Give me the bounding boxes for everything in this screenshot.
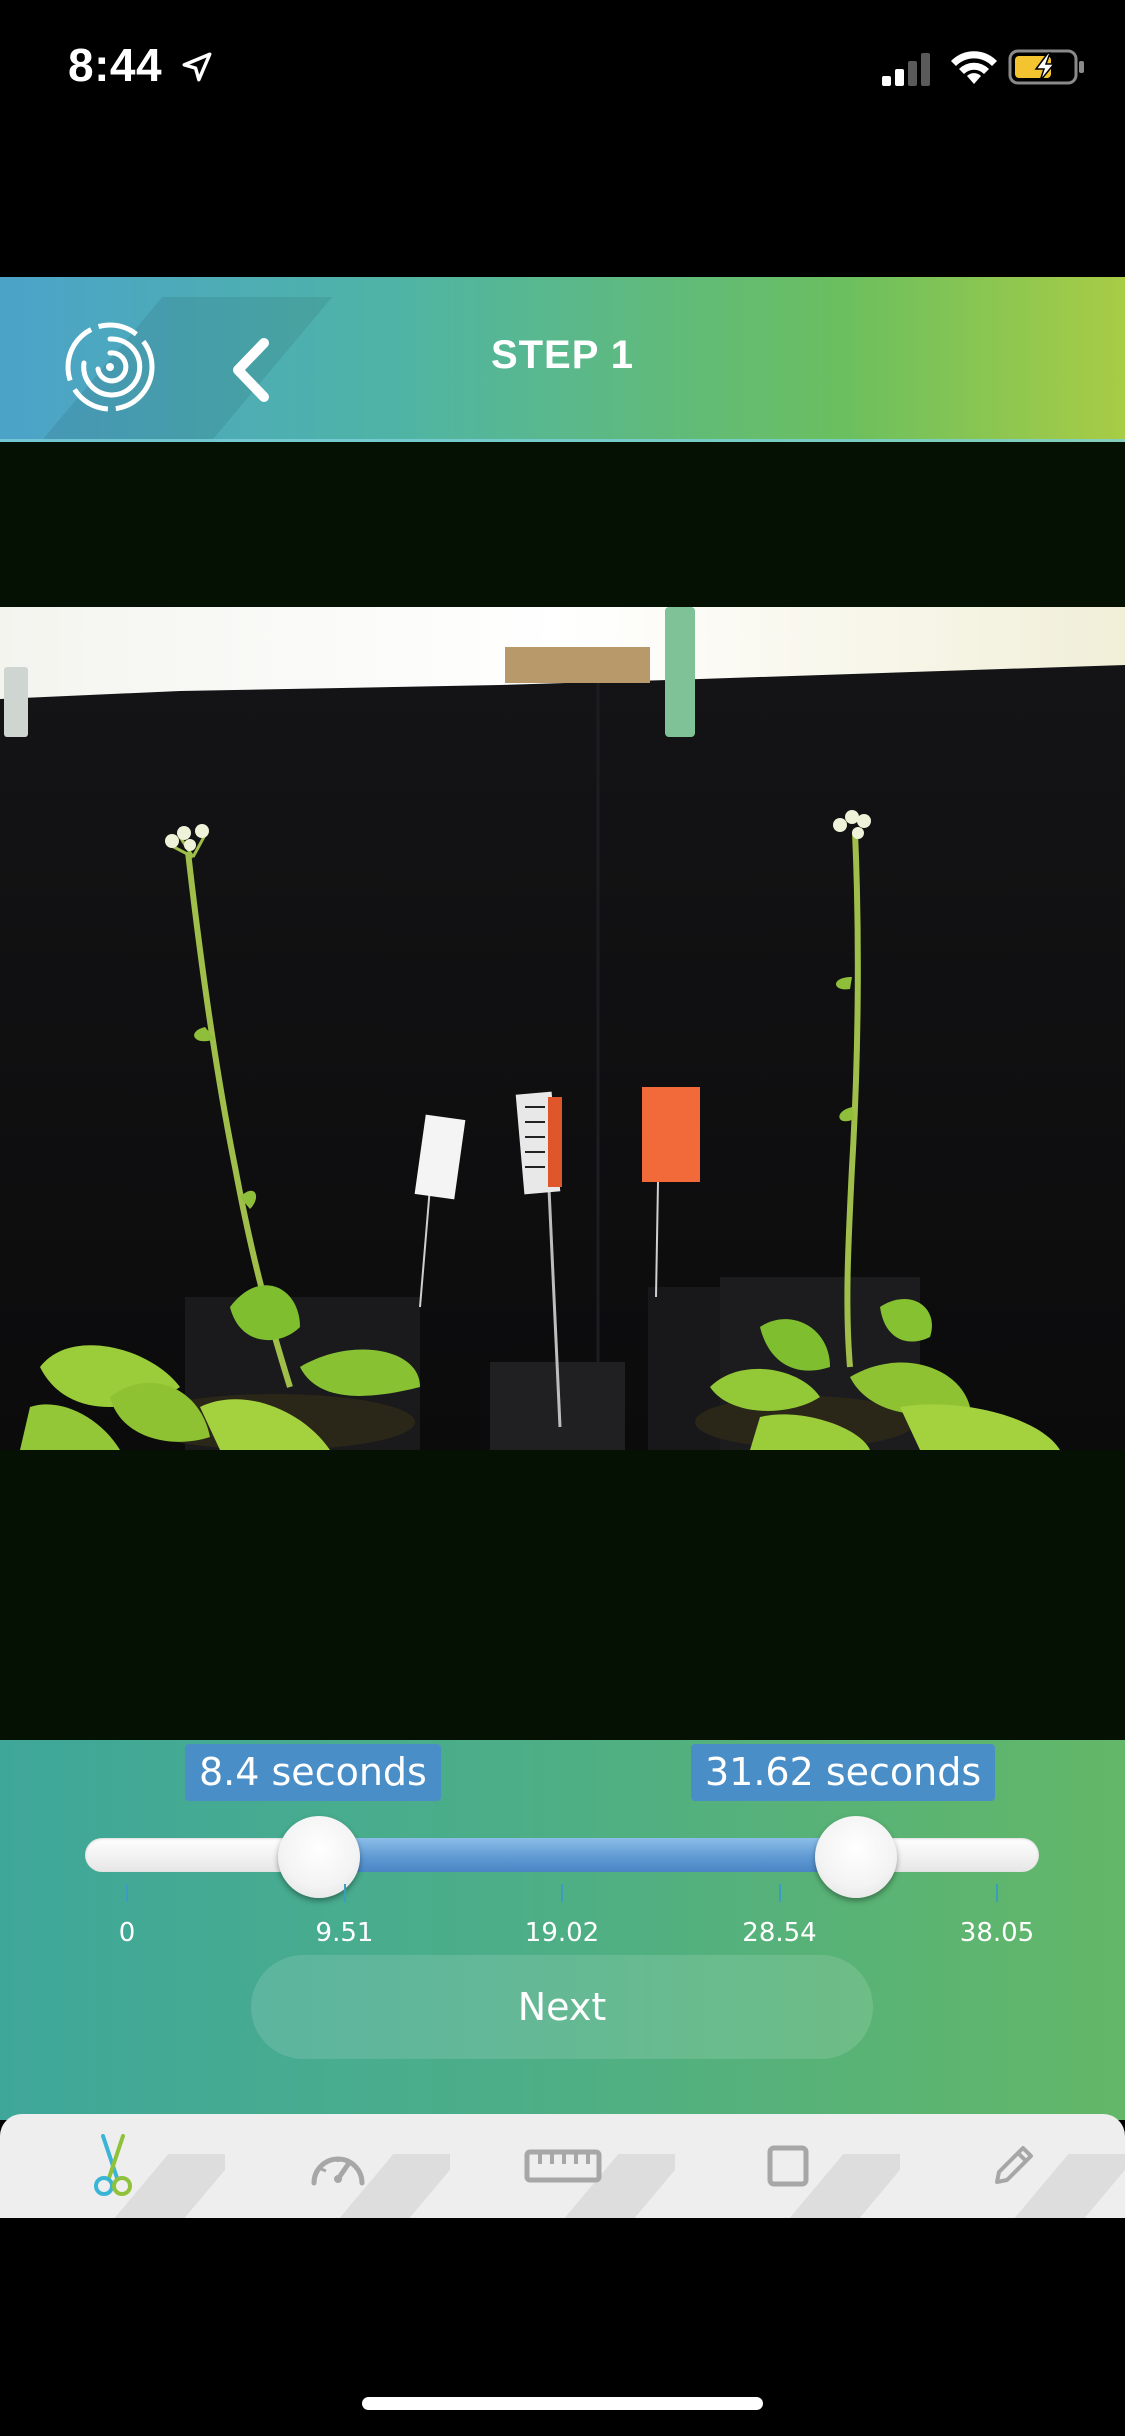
slider-tick-label: 19.02 (524, 1918, 600, 1948)
battery-charging-icon (1008, 49, 1084, 85)
status-bar: 8:44 (0, 0, 1125, 140)
slider-tick-mark (126, 1884, 128, 1902)
location-arrow-icon (182, 52, 212, 82)
pencil-icon (994, 2146, 1033, 2184)
wifi-icon (951, 51, 997, 84)
app-header: STEP 1 (0, 277, 1125, 442)
slider-tick-label: 9.51 (315, 1918, 374, 1948)
slider-tick-mark (561, 1884, 563, 1902)
trim-end-handle[interactable] (814, 1816, 897, 1898)
trim-start-handle[interactable] (278, 1816, 361, 1898)
tab-crop[interactable] (675, 2114, 900, 2218)
tab-annotate[interactable] (900, 2114, 1125, 2218)
slider-tick-mark (996, 1884, 998, 1902)
slider-tick-mark (343, 1884, 346, 1902)
slider-tick-label: 28.54 (742, 1918, 817, 1948)
scissors-icon (93, 2134, 132, 2196)
speedometer-icon (311, 2156, 364, 2186)
start-time-badge: 8.4 seconds (185, 1744, 441, 1801)
tab-speed[interactable] (225, 2114, 450, 2218)
slider-tick-mark (778, 1884, 781, 1902)
end-time-badge: 31.62 seconds (691, 1744, 996, 1801)
tab-measure[interactable] (450, 2114, 675, 2218)
slider-tick-label: 0 (118, 1918, 136, 1948)
crop-square-icon (767, 2145, 808, 2187)
tool-tab-bar (0, 2114, 1125, 2218)
page-title: STEP 1 (490, 333, 635, 377)
cellular-signal-icon (882, 53, 930, 86)
trim-controls-panel: 8.4 seconds 31.62 seconds 0 9.51 19.02 28.5… (0, 1740, 1125, 2120)
slider-tick-label: 38.05 (959, 1918, 1035, 1948)
video-preview-area (0, 442, 1125, 1740)
ruler-icon (524, 2149, 601, 2183)
trim-slider-selected-range (319, 1838, 856, 1872)
video-frame[interactable] (0, 607, 1125, 1450)
video-thumbnail-image (0, 607, 1125, 1450)
status-time: 8:44 (68, 39, 163, 91)
home-indicator[interactable] (362, 2397, 763, 2410)
tab-trim[interactable] (0, 2114, 225, 2218)
next-button[interactable]: Next (251, 1955, 873, 2059)
